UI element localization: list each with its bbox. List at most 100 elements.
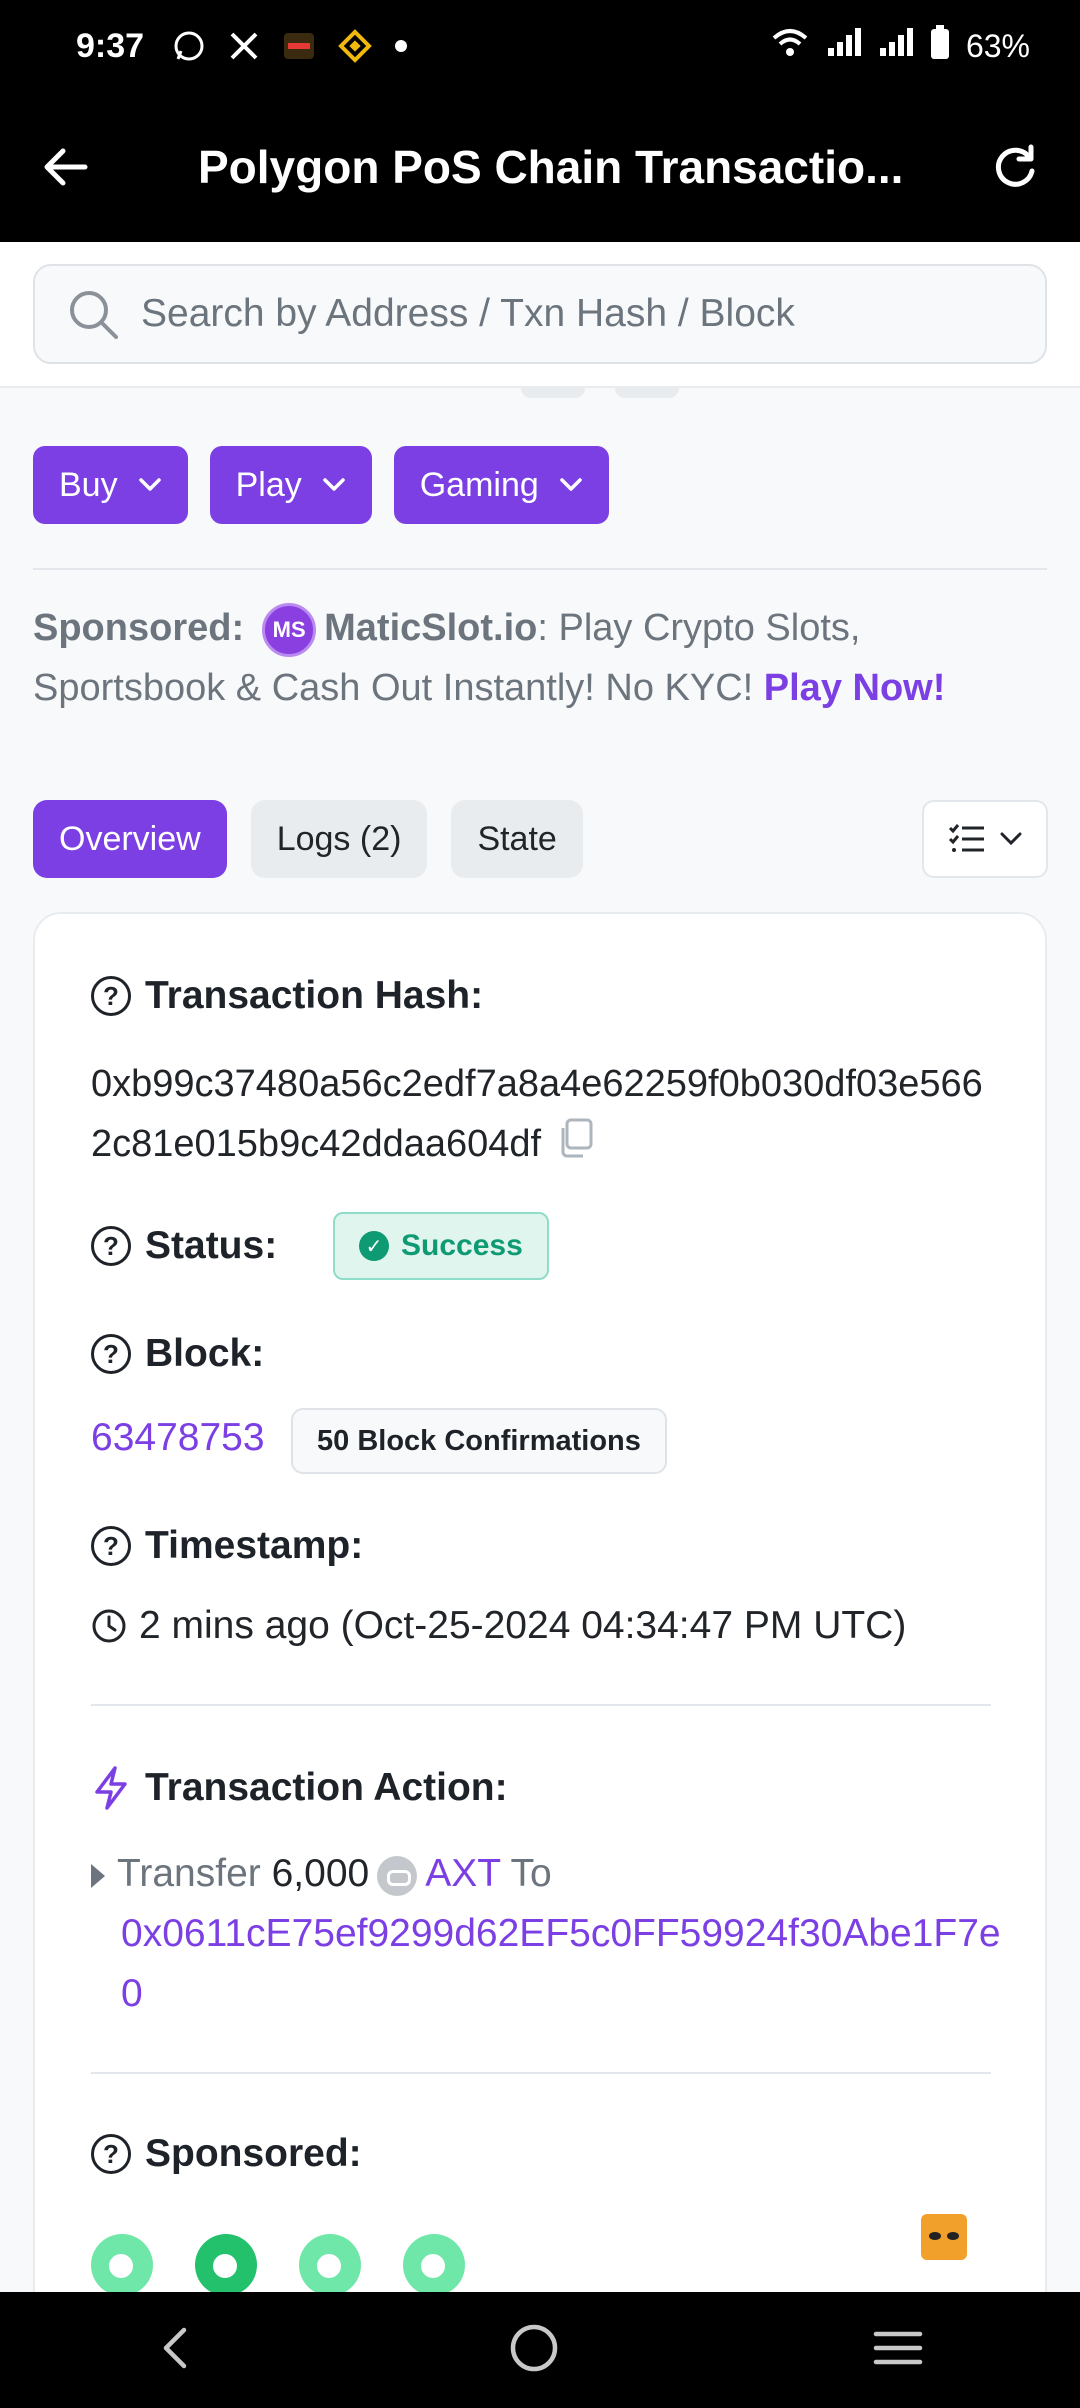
hash-label: Transaction Hash: (145, 974, 484, 1017)
checklist-icon (948, 824, 984, 852)
refresh-icon (995, 144, 1035, 187)
action-label: Transaction Action: (145, 1766, 508, 1809)
status-label: Status: (145, 1224, 278, 1267)
token-icon (377, 1855, 418, 1896)
action-label-row: Transaction Action: (91, 1766, 508, 1810)
search-icon (70, 291, 118, 339)
token-link[interactable]: AXT (425, 1852, 500, 1895)
sponsored-label-row: ? Sponsored: (91, 2132, 362, 2176)
back-button[interactable] (0, 92, 130, 242)
play-now-link[interactable]: Play Now! (764, 667, 946, 709)
sponsored-ad-logo[interactable] (195, 2234, 257, 2296)
lightning-icon (95, 1766, 127, 1810)
dot-icon (394, 39, 408, 53)
divider (91, 1704, 991, 1706)
tab-logs[interactable]: Logs (2) (250, 800, 428, 878)
sponsored-ad-logo[interactable] (299, 2234, 361, 2296)
whatsapp-icon (172, 29, 206, 63)
check-circle-icon: ✓ (359, 1231, 389, 1261)
chevron-down-icon (1000, 832, 1022, 846)
sponsored-banner: Sponsored: MS MaticSlot.io: Play Crypto Sl… (33, 598, 1047, 718)
clock-icon (92, 1609, 126, 1643)
buy-dropdown[interactable]: Buy (33, 446, 188, 524)
action-verb: Transfer (117, 1852, 261, 1895)
page-title: Polygon PoS Chain Transactio... (198, 141, 904, 193)
sponsor-brand-link[interactable]: MaticSlot.io (324, 607, 537, 649)
tab-overview[interactable]: Overview (33, 800, 227, 878)
tab-state[interactable]: State (451, 800, 583, 878)
status-right: 63% (770, 25, 1030, 67)
notification-icons (172, 29, 408, 63)
timestamp-value: 2 mins ago (Oct-25-2024 04:34:47 PM UTC) (139, 1604, 907, 1647)
help-icon[interactable]: ? (91, 2134, 131, 2174)
help-icon[interactable]: ? (91, 1526, 131, 1566)
battery-percent: 63% (965, 27, 1030, 64)
app-bar: Polygon PoS Chain Transactio... (0, 92, 1080, 242)
ad-mascot-icon[interactable] (921, 2214, 967, 2260)
transaction-hash: 0xb99c37480a56c2edf7a8a4e62259f0b030df03… (91, 1054, 991, 1176)
action-to: To (510, 1852, 552, 1895)
signal-icon (826, 26, 862, 66)
sponsored-ad-logo[interactable] (403, 2234, 465, 2296)
system-nav-bar (0, 2292, 1080, 2408)
wifi-icon (770, 26, 810, 66)
nav-recents-button[interactable] (872, 2328, 924, 2373)
hash-value: 0xb99c37480a56c2edf7a8a4e62259f0b030df03… (91, 1063, 983, 1165)
status-label-row: ? Status: (91, 1224, 277, 1268)
binance-icon (338, 29, 372, 63)
detail-tabs: Overview Logs (2) State (33, 800, 583, 878)
help-icon[interactable]: ? (91, 1334, 131, 1374)
sponsored-section-label: Sponsored: (145, 2132, 362, 2175)
chevron-down-icon (560, 478, 582, 491)
timestamp-label-row: ? Timestamp: (91, 1524, 363, 1568)
gaming-dropdown[interactable]: Gaming (393, 446, 609, 524)
status-badge: ✓ Success (333, 1212, 549, 1280)
hash-label-row: ? Transaction Hash: (91, 974, 483, 1018)
nav-home-button[interactable] (508, 2322, 560, 2379)
chevron-left-icon (163, 2327, 187, 2368)
divider (91, 2072, 991, 2074)
sponsored-ads (91, 2234, 465, 2296)
block-link[interactable]: 63478753 (91, 1416, 265, 1460)
search-input[interactable]: Search by Address / Txn Hash / Block (33, 264, 1047, 364)
signal-icon (878, 26, 914, 66)
timestamp-row: 2 mins ago (Oct-25-2024 04:34:47 PM UTC) (91, 1604, 906, 1648)
x-icon (228, 30, 260, 62)
status-value: Success (401, 1229, 523, 1262)
block-label: Block: (145, 1332, 265, 1375)
chevron-down-icon (322, 478, 345, 491)
battery-icon (930, 25, 950, 67)
search-bar-container: Search by Address / Txn Hash / Block (0, 242, 1080, 388)
copy-icon[interactable] (557, 1116, 595, 1176)
divider (33, 568, 1047, 570)
transaction-action: Transfer 6,000 AXT To 0x0611cE75ef9299d62… (91, 1844, 1011, 2024)
maticslot-logo: MS (262, 602, 317, 657)
chevron-down-icon (138, 478, 161, 491)
quick-links: Buy Play Gaming (33, 446, 609, 524)
menu-icon (873, 2331, 923, 2364)
nav-back-button[interactable] (156, 2324, 196, 2377)
arrow-left-icon (44, 148, 88, 186)
view-options-button[interactable] (922, 800, 1048, 878)
home-circle-icon (510, 2324, 558, 2371)
play-dropdown[interactable]: Play (209, 446, 372, 524)
block-label-row: ? Block: (91, 1332, 264, 1376)
search-placeholder: Search by Address / Txn Hash / Block (141, 292, 795, 335)
status-time: 9:37 (76, 26, 145, 65)
help-icon[interactable]: ? (91, 1226, 131, 1266)
help-icon[interactable]: ? (91, 976, 131, 1016)
status-bar: 9:37 63% (0, 0, 1080, 92)
app-icon (282, 29, 316, 63)
confirmations-badge: 50 Block Confirmations (291, 1408, 667, 1474)
sponsored-label: Sponsored: (33, 607, 245, 649)
reload-button[interactable] (950, 92, 1080, 242)
timestamp-label: Timestamp: (145, 1524, 364, 1567)
caret-right-icon[interactable] (91, 1863, 105, 1888)
pill-label: Play (235, 465, 302, 504)
pill-label: Buy (59, 465, 118, 504)
sponsored-ad-logo[interactable] (91, 2234, 153, 2296)
pill-label: Gaming (419, 465, 539, 504)
action-amount: 6,000 (271, 1852, 370, 1895)
recipient-address-link[interactable]: 0x0611cE75ef9299d62EF5c0FF59924f30Abe1F7… (91, 1904, 1011, 2024)
overview-card: ? Transaction Hash: 0xb99c37480a56c2edf7… (33, 912, 1047, 2408)
